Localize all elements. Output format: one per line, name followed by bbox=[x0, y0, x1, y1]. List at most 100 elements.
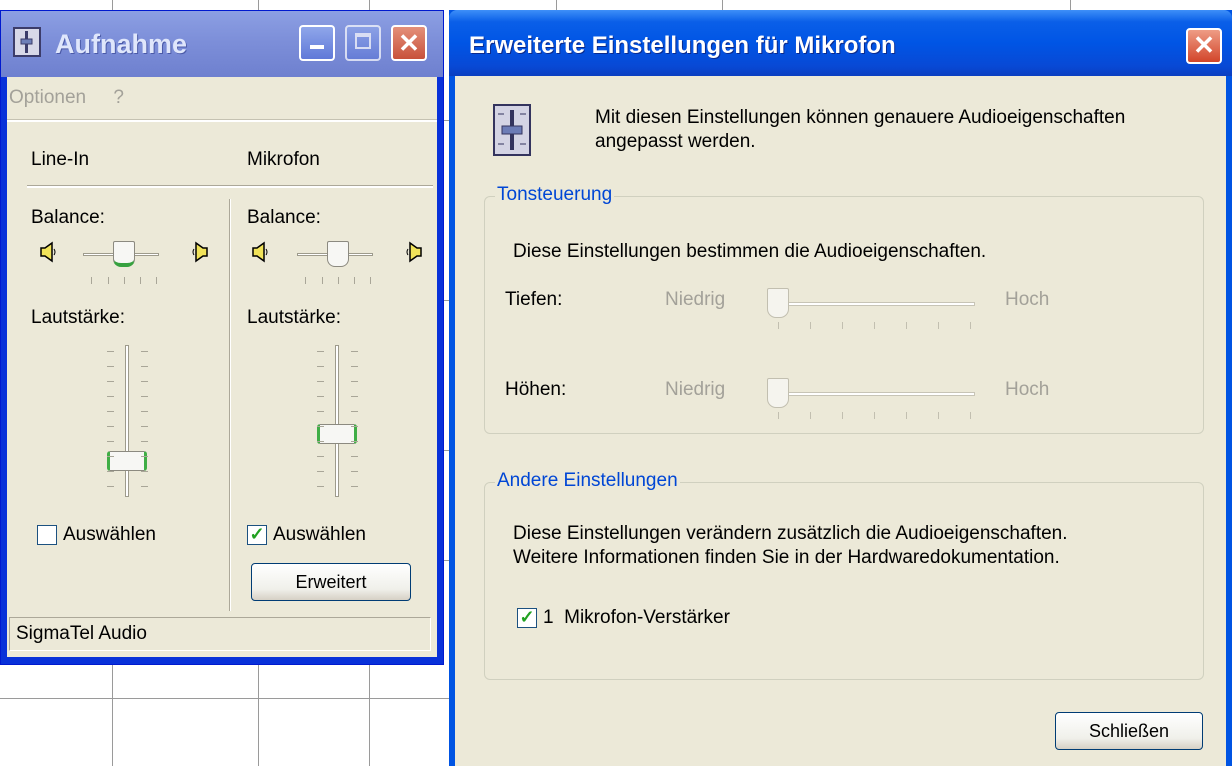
tick bbox=[305, 277, 306, 284]
minimize-button[interactable] bbox=[299, 25, 335, 61]
maximize-icon bbox=[355, 33, 371, 49]
dialog-client-area: Mit diesen Einstellungen können genauere… bbox=[455, 76, 1226, 766]
volume-track-line-in[interactable] bbox=[125, 345, 129, 497]
tick bbox=[141, 366, 148, 367]
close-icon: ✕ bbox=[1193, 30, 1215, 60]
volume-track-mikrofon[interactable] bbox=[335, 345, 339, 497]
select-label-mikrofon[interactable]: Auswählen bbox=[273, 524, 366, 546]
grid-line bbox=[369, 665, 370, 766]
close-button[interactable]: ✕ bbox=[391, 25, 427, 61]
tick bbox=[970, 322, 971, 329]
speaker-right-icon bbox=[191, 241, 209, 269]
tick bbox=[107, 411, 114, 412]
mixer-client-area: Optionen ? Line-In Mikrofon Balance: Lau… bbox=[7, 77, 437, 657]
tick bbox=[778, 412, 779, 419]
menu-item-help[interactable]: ? bbox=[113, 87, 124, 108]
tick bbox=[338, 277, 339, 284]
channel-name-mikrofon: Mikrofon bbox=[247, 149, 320, 170]
speaker-left-icon bbox=[251, 241, 269, 269]
balance-slider-line-in[interactable] bbox=[113, 241, 135, 267]
tick bbox=[317, 456, 324, 457]
tick bbox=[351, 441, 358, 442]
volume-label-line-in: Lautstärke: bbox=[31, 307, 125, 328]
select-label-line-in[interactable]: Auswählen bbox=[63, 524, 156, 546]
bass-label: Tiefen: bbox=[505, 289, 563, 310]
volume-slider-line-in[interactable] bbox=[107, 450, 147, 471]
grid-line bbox=[1070, 0, 1071, 10]
tick bbox=[108, 277, 109, 284]
tick bbox=[141, 486, 148, 487]
mixer-icon bbox=[13, 27, 41, 57]
tick bbox=[317, 486, 324, 487]
window-title: Aufnahme bbox=[55, 29, 188, 59]
tick bbox=[141, 426, 148, 427]
menu-separator bbox=[7, 119, 437, 122]
tick bbox=[156, 277, 157, 284]
grid-line bbox=[0, 698, 449, 699]
tick bbox=[317, 471, 324, 472]
tick bbox=[141, 411, 148, 412]
select-checkbox-line-in[interactable] bbox=[37, 525, 57, 545]
intro-text-line2: angepasst werden. bbox=[595, 131, 756, 152]
tick bbox=[317, 441, 324, 442]
tick bbox=[107, 456, 114, 457]
grid-line bbox=[112, 665, 113, 766]
maximize-button[interactable] bbox=[345, 25, 381, 61]
tick bbox=[810, 322, 811, 329]
grid-line bbox=[722, 0, 723, 10]
tick bbox=[351, 351, 358, 352]
tick bbox=[141, 471, 148, 472]
treble-label: Höhen: bbox=[505, 379, 567, 400]
tick bbox=[107, 486, 114, 487]
grid-line bbox=[112, 0, 113, 10]
tick bbox=[107, 366, 114, 367]
tick bbox=[351, 396, 358, 397]
tick bbox=[317, 366, 324, 367]
tick bbox=[842, 412, 843, 419]
tick bbox=[842, 322, 843, 329]
bass-track[interactable] bbox=[775, 302, 975, 306]
tick bbox=[141, 396, 148, 397]
other-description-line2: Weitere Informationen finden Sie in der … bbox=[513, 547, 1060, 568]
tick bbox=[354, 277, 355, 284]
tick bbox=[107, 426, 114, 427]
treble-high-label: Hoch bbox=[1005, 379, 1050, 400]
tick bbox=[351, 486, 358, 487]
tick bbox=[874, 322, 875, 329]
title-bar[interactable]: Erweiterte Einstellungen für Mikrofon ✕ bbox=[449, 10, 1232, 76]
tick bbox=[140, 277, 141, 284]
tick bbox=[107, 471, 114, 472]
tick bbox=[322, 277, 323, 284]
speaker-left-icon bbox=[39, 241, 57, 269]
tick bbox=[317, 381, 324, 382]
tone-control-group bbox=[484, 196, 1204, 434]
volume-label-mikrofon: Lautstärke: bbox=[247, 307, 341, 328]
tick bbox=[351, 456, 358, 457]
tick bbox=[970, 412, 971, 419]
tick bbox=[141, 456, 148, 457]
tone-description: Diese Einstellungen bestimmen die Audioe… bbox=[513, 241, 987, 262]
menu-item-optionen[interactable]: Optionen bbox=[9, 87, 86, 108]
bass-low-label: Niedrig bbox=[665, 289, 726, 310]
recording-mixer-window: Aufnahme ✕ Optionen ? Line-In Mikrofon B… bbox=[0, 10, 444, 665]
balance-slider-mikrofon[interactable] bbox=[327, 241, 349, 267]
menu-bar: Optionen ? bbox=[9, 87, 146, 109]
tick bbox=[107, 396, 114, 397]
treble-track[interactable] bbox=[775, 392, 975, 396]
mic-boost-checkbox[interactable]: ✓ bbox=[517, 608, 537, 628]
close-dialog-button[interactable]: Schließen bbox=[1055, 712, 1203, 750]
balance-label-line-in: Balance: bbox=[31, 207, 105, 228]
treble-slider[interactable] bbox=[767, 378, 789, 408]
tick bbox=[778, 322, 779, 329]
tick bbox=[906, 412, 907, 419]
minimize-icon bbox=[310, 45, 324, 49]
check-mark-icon: ✓ bbox=[249, 524, 265, 544]
advanced-button[interactable]: Erweitert bbox=[251, 563, 411, 601]
mic-boost-label[interactable]: 1 Mikrofon-Verstärker bbox=[543, 606, 730, 630]
title-bar[interactable]: Aufnahme ✕ bbox=[1, 11, 443, 77]
bass-slider[interactable] bbox=[767, 288, 789, 318]
select-checkbox-mikrofon[interactable]: ✓ bbox=[247, 525, 267, 545]
close-button[interactable]: ✕ bbox=[1186, 28, 1222, 64]
grid-line bbox=[556, 0, 557, 10]
status-text: SigmaTel Audio bbox=[9, 617, 431, 651]
